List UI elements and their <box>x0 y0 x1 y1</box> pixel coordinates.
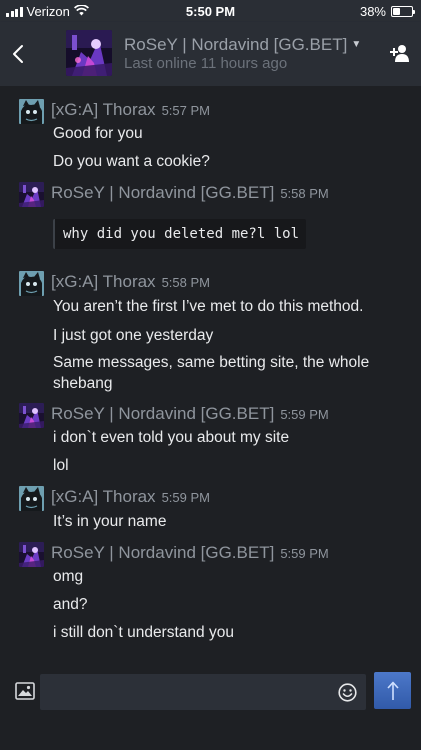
message-text: omg <box>53 568 84 585</box>
emoji-icon <box>338 683 357 702</box>
message-text: It’s in your name <box>53 513 167 530</box>
sender-name: [xG:A] Thorax <box>51 487 156 506</box>
contact-name: RoSeY | Nordavind [GG.BET] <box>124 35 348 54</box>
quote-text: why did you deleted me?l lol <box>63 226 300 242</box>
message-text: Same messages, same betting site, the wh… <box>53 354 370 371</box>
status-time: 5:50 PM <box>185 4 236 19</box>
message-time: 5:59 PM <box>280 546 329 561</box>
caret-down-icon: ▼ <box>351 39 362 50</box>
message-list[interactable]: [xG:A] Thorax 5:57 PM Good for you Do you… <box>0 86 421 666</box>
message-text: i don`t even told you about my site <box>53 429 290 446</box>
add-friend-icon <box>390 45 409 62</box>
contact-avatar[interactable] <box>66 30 112 76</box>
message-text: I just got one yesterday <box>53 327 214 344</box>
message-text: shebang <box>53 375 113 392</box>
rosey-avatar[interactable] <box>19 403 44 428</box>
message-input[interactable] <box>40 674 366 710</box>
message-text: Good for you <box>53 125 143 142</box>
contact-name-dropdown[interactable]: RoSeY | Nordavind [GG.BET] ▼ <box>124 35 361 55</box>
send-button[interactable] <box>374 672 411 709</box>
sender-name: [xG:A] Thorax <box>51 100 156 119</box>
thorax-avatar[interactable] <box>19 486 44 511</box>
status-right: 38% <box>359 4 415 19</box>
message-header: RoSeY | Nordavind [GG.BET] 5:59 PM <box>51 404 329 424</box>
thorax-avatar[interactable] <box>19 271 44 296</box>
sender-name: [xG:A] Thorax <box>51 272 156 291</box>
message-text: i still don`t understand you <box>53 624 234 641</box>
attach-image-button[interactable] <box>15 682 35 700</box>
add-friend-button[interactable] <box>389 42 411 64</box>
sender-name: RoSeY | Nordavind [GG.BET] <box>51 183 275 202</box>
back-button[interactable] <box>6 40 30 68</box>
message-time: 5:57 PM <box>161 103 210 118</box>
sender-name: RoSeY | Nordavind [GG.BET] <box>51 404 275 423</box>
battery-icon <box>391 6 415 17</box>
message-header: [xG:A] Thorax 5:59 PM <box>51 487 210 507</box>
chat-header: RoSeY | Nordavind [GG.BET] ▼ Last online … <box>0 22 421 86</box>
rosey-avatar[interactable] <box>19 182 44 207</box>
message-time: 5:59 PM <box>161 490 210 505</box>
message-text: and? <box>53 596 88 613</box>
status-bar: Verizon 5:50 PM 38% <box>0 0 421 22</box>
message-text: Do you want a cookie? <box>53 153 210 170</box>
message-header: RoSeY | Nordavind [GG.BET] 5:59 PM <box>51 543 329 563</box>
message-text: You aren’t the first I’ve met to do this… <box>53 298 364 315</box>
arrow-up-icon <box>386 681 399 700</box>
thorax-avatar[interactable] <box>19 99 44 124</box>
message-header: [xG:A] Thorax 5:58 PM <box>51 272 210 292</box>
message-header: RoSeY | Nordavind [GG.BET] 5:58 PM <box>51 183 329 203</box>
message-time: 5:58 PM <box>280 186 329 201</box>
last-online-status: Last online 11 hours ago <box>124 55 288 72</box>
battery-percent: 38% <box>359 4 386 19</box>
message-time: 5:58 PM <box>161 275 210 290</box>
chevron-left-icon <box>13 45 23 63</box>
emoji-button[interactable] <box>338 683 357 702</box>
rosey-avatar[interactable] <box>19 542 44 567</box>
message-text: lol <box>53 457 69 474</box>
message-composer <box>0 666 421 750</box>
code-quote-block: why did you deleted me?l lol <box>53 219 307 249</box>
message-header: [xG:A] Thorax 5:57 PM <box>51 100 210 120</box>
image-icon <box>15 682 35 700</box>
message-time: 5:59 PM <box>280 407 329 422</box>
sender-name: RoSeY | Nordavind [GG.BET] <box>51 543 275 562</box>
